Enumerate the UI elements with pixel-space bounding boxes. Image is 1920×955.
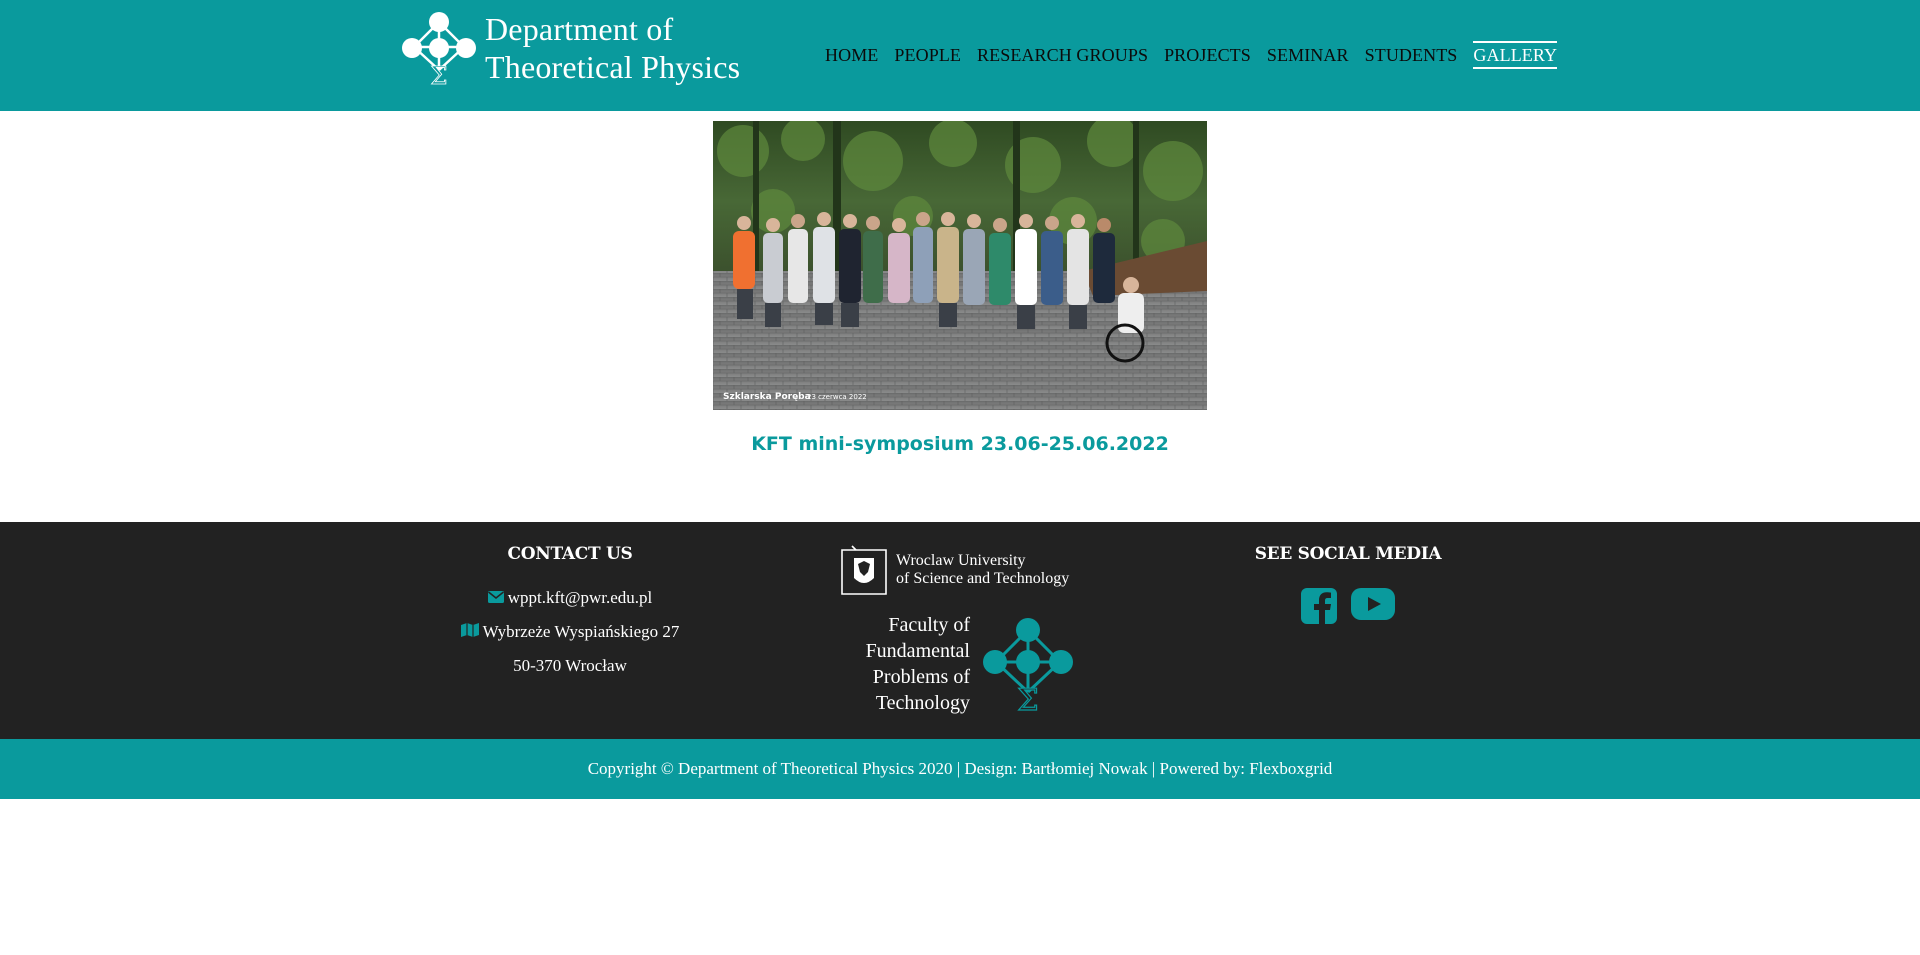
contact-email-link[interactable]: wppt.kft@pwr.edu.pl — [508, 588, 653, 607]
site-title-line2: Theoretical Physics — [485, 49, 741, 85]
nav-students[interactable]: STUDENTS — [1365, 43, 1458, 68]
pwr-name-line1: Wroclaw University — [896, 552, 1026, 569]
photo-overlay-place: Szklarska Poręba — [723, 392, 811, 402]
faculty-name-line4: Technology — [875, 692, 970, 714]
address-line2: 50-370 Wrocław — [513, 656, 627, 675]
nav-research-groups[interactable]: RESEARCH GROUPS — [977, 43, 1148, 68]
faculty-logo-link[interactable]: Faculty of Fundamental Problems of Techn… — [838, 612, 1078, 716]
main-navigation: HOME PEOPLE RESEARCH GROUPS PROJECTS SEM… — [825, 41, 1558, 69]
gallery-photo[interactable]: Szklarska Poręba 23 czerwca 2022 — [713, 121, 1207, 410]
contact-address-row: Wybrzeże Wyspiańskiego 27 — [430, 615, 710, 649]
faculty-sigma-logo-icon: Σ — [983, 618, 1073, 712]
address-line1: Wybrzeże Wyspiańskiego 27 — [482, 622, 680, 641]
site-logo-link[interactable]: Σ Department of Theoretical Physics — [400, 8, 740, 88]
copyright-bar: Copyright © Department of Theoretical Ph… — [0, 739, 1920, 799]
contact-email-row: wppt.kft@pwr.edu.pl — [430, 581, 710, 615]
pwr-name: Wroclaw University of Science and Techno… — [896, 552, 1069, 588]
facebook-icon[interactable] — [1301, 588, 1337, 628]
svg-text:Σ: Σ — [431, 62, 448, 86]
nav-home[interactable]: HOME — [825, 43, 878, 68]
map-icon — [460, 615, 479, 649]
svg-text:Σ: Σ — [1017, 683, 1038, 712]
group-photo-image: Szklarska Poręba 23 czerwca 2022 — [713, 121, 1207, 410]
nav-projects[interactable]: PROJECTS — [1164, 43, 1251, 68]
department-logo-icon: Σ — [402, 12, 476, 86]
site-title: Department of Theoretical Physics — [485, 10, 740, 86]
nav-gallery[interactable]: GALLERY — [1473, 41, 1558, 69]
contact-section: CONTACT US wppt.kft@pwr.edu.pl Wybrzeże … — [430, 544, 710, 683]
photo-overlay-date: 23 czerwca 2022 — [807, 393, 867, 401]
site-header: Σ Department of Theoretical Physics HOME… — [0, 0, 1920, 111]
gallery-item-title[interactable]: KFT mini-symposium 23.06-25.06.2022 — [660, 433, 1260, 455]
social-icons — [1248, 588, 1448, 628]
faculty-name: Faculty of Fundamental Problems of Techn… — [838, 612, 970, 716]
pwr-eagle-icon — [841, 545, 887, 595]
site-footer: CONTACT US wppt.kft@pwr.edu.pl Wybrzeże … — [0, 522, 1920, 739]
contact-title: CONTACT US — [507, 544, 633, 564]
pwr-name-line2: of Science and Technology — [896, 570, 1070, 587]
faculty-name-line3: Problems of — [872, 666, 970, 688]
social-title: SEE SOCIAL MEDIA — [1254, 544, 1442, 564]
university-logos: Wroclaw University of Science and Techno… — [838, 544, 1078, 716]
copyright-text: Copyright © Department of Theoretical Ph… — [587, 759, 1333, 778]
nav-seminar[interactable]: SEMINAR — [1267, 43, 1349, 68]
social-section: SEE SOCIAL MEDIA — [1248, 544, 1448, 628]
envelope-icon — [487, 581, 504, 615]
faculty-name-line1: Faculty of — [888, 614, 970, 636]
faculty-name-line2: Fundamental — [865, 640, 970, 662]
youtube-icon[interactable] — [1351, 588, 1395, 628]
pwr-logo-link[interactable]: Wroclaw University of Science and Techno… — [838, 544, 1078, 596]
site-title-line1: Department of — [485, 11, 674, 47]
nav-people[interactable]: PEOPLE — [894, 43, 961, 68]
